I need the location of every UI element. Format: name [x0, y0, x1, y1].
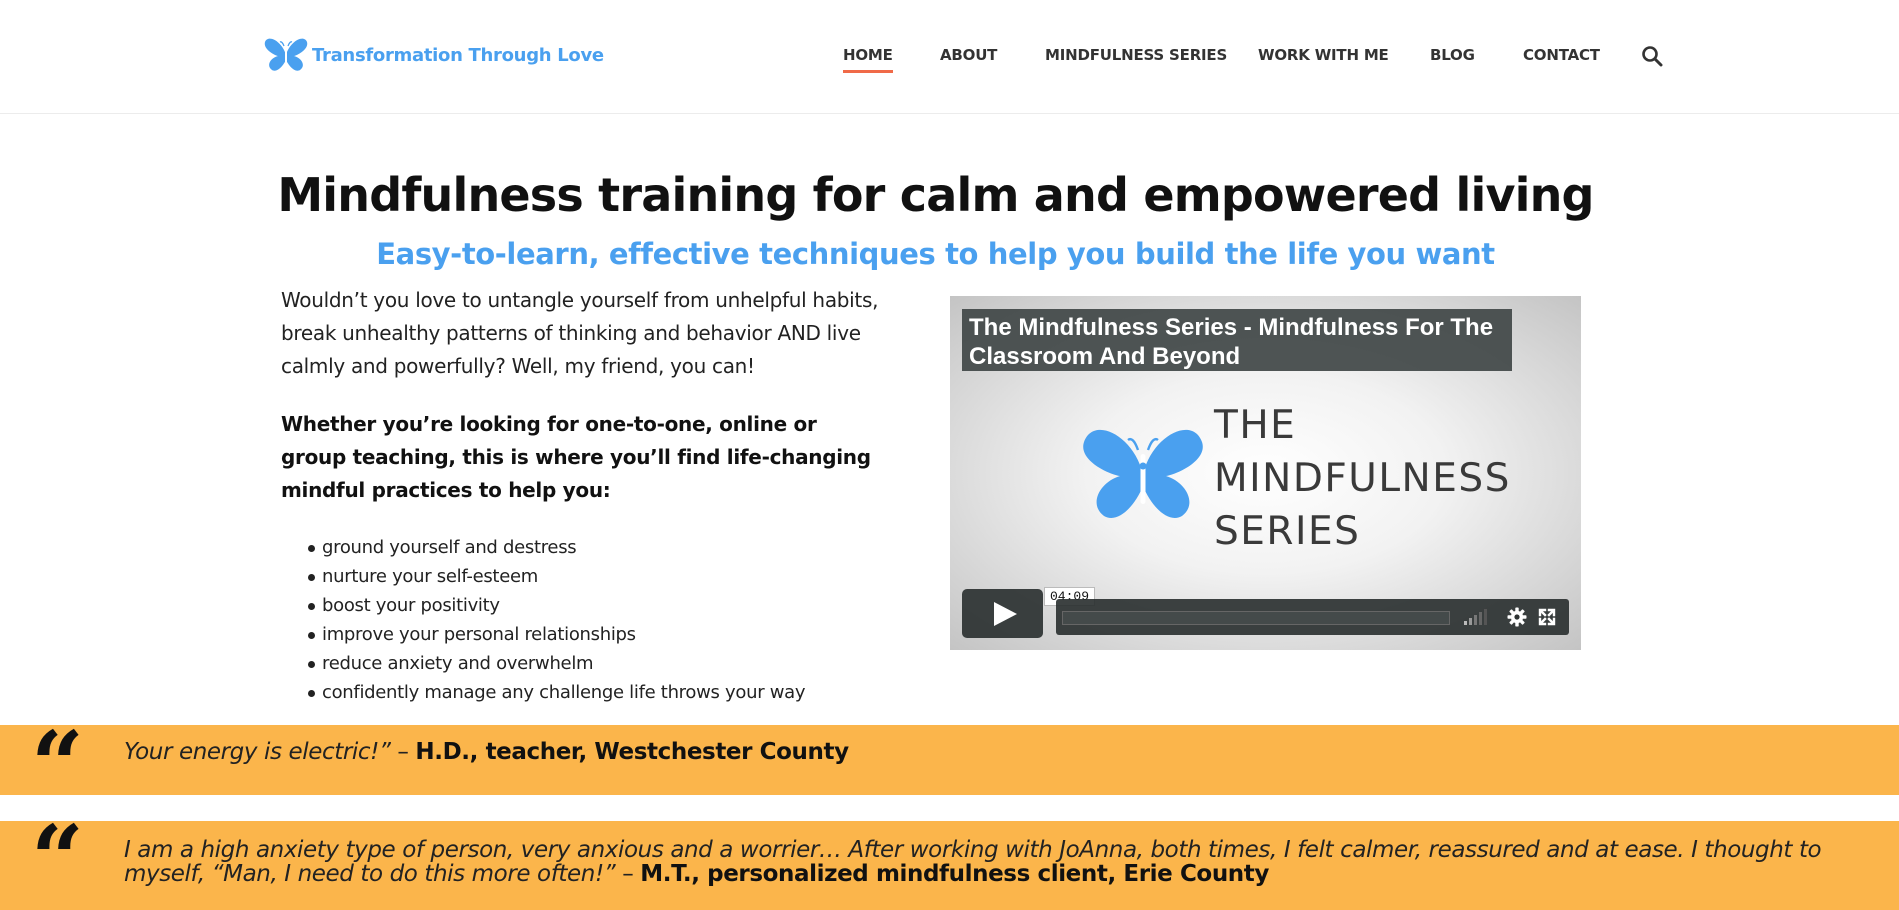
fullscreen-icon[interactable]	[1538, 608, 1556, 626]
butterfly-icon	[1083, 429, 1203, 518]
benefit-item: improve your personal relationships	[281, 620, 921, 649]
video-player[interactable]: The Mindfulness Series - Mindfulness For…	[950, 296, 1581, 650]
nav-contact[interactable]: CONTACT	[1523, 46, 1600, 64]
page-subtitle: Easy-to-learn, effective techniques to h…	[376, 237, 1495, 271]
testimonial-separator: –	[390, 739, 416, 765]
testimonial-author: H.D., teacher, Westchester County	[415, 739, 849, 765]
quote-icon: “	[31, 711, 84, 819]
testimonial-text: Your energy is electric!” – H.D., teache…	[124, 740, 1864, 764]
nav-mindfulness-series[interactable]: MINDFULNESS SERIES	[1045, 46, 1227, 64]
testimonial-banner: “ Your energy is electric!” – H.D., teac…	[0, 719, 1899, 811]
main-nav: HOME ABOUT MINDFULNESS SERIES WORK WITH …	[0, 46, 1899, 76]
video-controlbar	[1056, 599, 1569, 635]
intro-paragraph: Wouldn’t you love to untangle yourself f…	[281, 288, 879, 378]
play-button[interactable]	[962, 589, 1043, 638]
brand-line: THE	[1214, 403, 1297, 448]
benefit-item: boost your positivity	[281, 591, 921, 620]
brand-line: MINDFULNESS	[1214, 456, 1511, 501]
benefits-list: ground yourself and destress nurture you…	[281, 533, 921, 707]
search-button[interactable]	[1641, 45, 1663, 67]
benefit-item: confidently manage any challenge life th…	[281, 678, 921, 707]
testimonial-text: I am a high anxiety type of person, very…	[124, 838, 1864, 886]
nav-home[interactable]: HOME	[843, 46, 893, 73]
nav-work-with-me[interactable]: WORK WITH ME	[1258, 46, 1389, 64]
testimonial-separator: –	[615, 861, 641, 887]
progress-bar[interactable]	[1062, 611, 1450, 625]
benefit-item: ground yourself and destress	[281, 533, 921, 562]
benefit-item: nurture your self-esteem	[281, 562, 921, 591]
video-title[interactable]: The Mindfulness Series - Mindfulness For…	[962, 309, 1512, 371]
intro-bold-paragraph: Whether you’re looking for one-to-one, o…	[281, 412, 871, 502]
nav-blog[interactable]: BLOG	[1430, 46, 1475, 64]
page-title: Mindfulness training for calm and empowe…	[277, 168, 1594, 222]
testimonial-quote: Your energy is electric!”	[124, 739, 391, 765]
nav-about[interactable]: ABOUT	[940, 46, 997, 64]
gear-icon[interactable]	[1507, 607, 1527, 627]
testimonial-author: M.T., personalized mindfulness client, E…	[640, 861, 1269, 887]
benefit-item: reduce anxiety and overwhelm	[281, 649, 921, 678]
quote-icon: “	[31, 805, 84, 910]
volume-icon[interactable]	[1464, 609, 1492, 625]
brand-line: SERIES	[1214, 509, 1361, 554]
search-icon	[1642, 46, 1663, 67]
testimonial-banner: “ I am a high anxiety type of person, ve…	[0, 813, 1899, 910]
site-header: Transformation Through Love HOME ABOUT M…	[0, 0, 1899, 114]
video-brand-text: THE MINDFULNESS SERIES	[1214, 399, 1511, 558]
